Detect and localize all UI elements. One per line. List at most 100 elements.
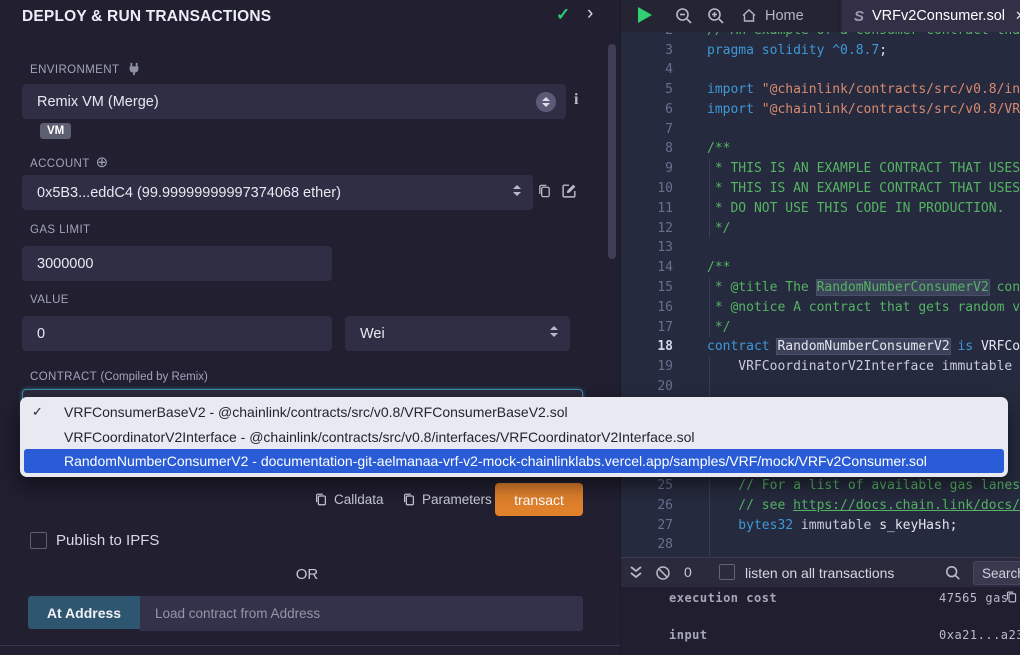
contract-option[interactable]: VRFCoordinatorV2Interface - @chainlink/c… bbox=[20, 424, 1008, 449]
tab-vrfv2consumer-sol[interactable]: S VRFv2Consumer.sol ✕ bbox=[842, 0, 1020, 32]
select-stepper-icon bbox=[536, 92, 556, 112]
compile-success-check-icon: ✓ bbox=[556, 5, 570, 25]
line-number: 16 bbox=[621, 300, 673, 315]
code-line[interactable]: 28 bbox=[621, 535, 1020, 555]
code-line[interactable]: 10 * THIS IS AN EXAMPLE CONTRACT THAT US… bbox=[621, 179, 1020, 199]
select-stepper-icon bbox=[550, 326, 558, 337]
indent-guide bbox=[709, 278, 710, 337]
gas-limit-input[interactable] bbox=[22, 246, 332, 281]
environment-info-icon[interactable]: i bbox=[574, 91, 578, 109]
code-text: * @title The RandomNumberConsumerV2 cont… bbox=[707, 280, 1020, 295]
code-text: * @notice A contract that gets random va… bbox=[707, 300, 1020, 315]
listen-all-transactions-checkbox[interactable] bbox=[719, 564, 735, 580]
option-check-icon: ✓ bbox=[30, 404, 64, 420]
panel-scrollbar[interactable] bbox=[608, 44, 616, 259]
code-text: * THIS IS AN EXAMPLE CONTRACT THAT USES … bbox=[707, 161, 1020, 176]
or-divider: OR bbox=[0, 566, 614, 583]
code-line[interactable]: 9 * THIS IS AN EXAMPLE CONTRACT THAT USE… bbox=[621, 159, 1020, 179]
code-text: contract RandomNumberConsumerV2 is VRFCo… bbox=[707, 339, 1020, 354]
expand-terminal-icon[interactable] bbox=[629, 565, 643, 586]
code-line[interactable]: 3 pragma solidity ^0.8.7; bbox=[621, 40, 1020, 60]
select-stepper-icon bbox=[513, 185, 521, 196]
code-line[interactable]: 16 * @notice A contract that gets random… bbox=[621, 297, 1020, 317]
line-number: 13 bbox=[621, 240, 673, 255]
code-line[interactable]: 12 */ bbox=[621, 218, 1020, 238]
terminal-value: 0xa21...a23e4 bbox=[939, 628, 1020, 642]
line-number: 19 bbox=[621, 359, 673, 374]
environment-select[interactable]: Remix VM (Merge) bbox=[22, 84, 566, 119]
value-input[interactable] bbox=[22, 316, 332, 351]
code-line[interactable]: 25 // For a list of available gas lanes … bbox=[621, 476, 1020, 496]
close-tab-icon[interactable]: ✕ bbox=[1015, 8, 1020, 24]
transact-button[interactable]: transact bbox=[495, 483, 583, 516]
copy-value-icon[interactable] bbox=[1005, 590, 1018, 607]
copy-account-icon[interactable] bbox=[537, 183, 552, 204]
run-script-play-icon[interactable] bbox=[638, 7, 652, 23]
contract-option[interactable]: RandomNumberConsumerV2 - documentation-g… bbox=[24, 449, 1004, 473]
deploy-actions-row: Calldata Parameters transact bbox=[0, 491, 620, 525]
line-number: 17 bbox=[621, 320, 673, 335]
tab-home[interactable]: Home bbox=[729, 0, 839, 32]
code-line[interactable]: 26 // see https://docs.chain.link/docs/v… bbox=[621, 495, 1020, 515]
environment-label: ENVIRONMENT bbox=[30, 62, 141, 76]
option-label: VRFConsumerBaseV2 - @chainlink/contracts… bbox=[64, 404, 568, 420]
code-line[interactable]: 4 bbox=[621, 60, 1020, 80]
line-number: 7 bbox=[621, 122, 673, 137]
code-text: pragma solidity ^0.8.7; bbox=[707, 43, 887, 58]
line-number: 15 bbox=[621, 280, 673, 295]
at-address-input[interactable] bbox=[140, 596, 583, 631]
line-number: 14 bbox=[621, 260, 673, 275]
code-line[interactable]: 20 bbox=[621, 377, 1020, 397]
line-number: 11 bbox=[621, 201, 673, 216]
code-line[interactable]: 17 */ bbox=[621, 317, 1020, 337]
line-number: 28 bbox=[621, 537, 673, 552]
code-line[interactable]: 5import "@chainlink/contracts/src/v0.8/i… bbox=[621, 80, 1020, 100]
collapse-panel-chevron-icon[interactable]: › bbox=[587, 3, 593, 25]
line-number: 25 bbox=[621, 478, 673, 493]
zoom-out-icon[interactable] bbox=[675, 7, 693, 30]
panel-divider bbox=[0, 645, 620, 646]
parameters-button[interactable]: Parameters bbox=[402, 492, 492, 507]
calldata-button[interactable]: Calldata bbox=[314, 492, 384, 507]
value-unit-select[interactable]: Wei bbox=[345, 316, 570, 351]
line-number: 18 bbox=[621, 339, 673, 354]
code-line[interactable]: 18 contract RandomNumberConsumerV2 is VRF… bbox=[621, 337, 1020, 357]
code-line[interactable]: 15 * @title The RandomNumberConsumerV2 c… bbox=[621, 278, 1020, 298]
terminal-row: input 0xa21...a23e4 bbox=[621, 628, 1020, 642]
edit-account-icon[interactable] bbox=[561, 182, 578, 204]
contract-option[interactable]: ✓VRFConsumerBaseV2 - @chainlink/contract… bbox=[20, 399, 1008, 424]
add-account-icon[interactable]: ⊕ bbox=[96, 154, 109, 171]
code-line[interactable]: 6 import "@chainlink/contracts/src/v0.8/V… bbox=[621, 100, 1020, 120]
code-line[interactable]: 2// An example of a consumer contract th… bbox=[621, 32, 1020, 40]
solidity-file-icon: S bbox=[854, 8, 864, 25]
code-line[interactable]: 14/** bbox=[621, 258, 1020, 278]
listen-all-transactions-label: listen on all transactions bbox=[745, 565, 894, 581]
at-address-button[interactable]: At Address bbox=[28, 596, 140, 629]
line-number: 2 bbox=[621, 32, 673, 38]
code-line[interactable]: 7 bbox=[621, 119, 1020, 139]
option-label: RandomNumberConsumerV2 - documentation-g… bbox=[64, 453, 927, 469]
publish-ipfs-checkbox[interactable] bbox=[30, 532, 47, 549]
terminal-key: input bbox=[669, 628, 708, 642]
value-label: VALUE bbox=[30, 294, 69, 306]
home-icon bbox=[741, 8, 757, 24]
code-text: */ bbox=[707, 221, 730, 236]
code-line[interactable]: 8/** bbox=[621, 139, 1020, 159]
account-select[interactable]: 0x5B3...eddC4 (99.99999999997374068 ethe… bbox=[22, 175, 533, 210]
search-icon bbox=[945, 565, 961, 586]
code-line[interactable]: 19 VRFCoordinatorV2Interface immutable C… bbox=[621, 357, 1020, 377]
code-text: import "@chainlink/contracts/src/v0.8/VR… bbox=[707, 102, 1020, 117]
code-line[interactable]: 27 bytes32 immutable s_keyHash; bbox=[621, 515, 1020, 535]
clear-console-icon[interactable] bbox=[655, 565, 671, 586]
deploy-run-panel: DEPLOY & RUN TRANSACTIONS ✓ › ENVIRONMEN… bbox=[0, 0, 620, 655]
account-label: ACCOUNT⊕ bbox=[30, 153, 109, 171]
code-line[interactable]: 13 bbox=[621, 238, 1020, 258]
zoom-in-icon[interactable] bbox=[707, 7, 725, 30]
terminal-key: execution cost bbox=[669, 591, 777, 605]
code-editor[interactable]: 2// An example of a consumer contract th… bbox=[621, 32, 1020, 557]
line-number: 6 bbox=[621, 102, 673, 117]
line-number: 3 bbox=[621, 43, 673, 58]
terminal-search-input[interactable] bbox=[973, 561, 1020, 585]
terminal-value: 47565 gas bbox=[939, 591, 1009, 605]
code-line[interactable]: 11 * DO NOT USE THIS CODE IN PRODUCTION. bbox=[621, 198, 1020, 218]
